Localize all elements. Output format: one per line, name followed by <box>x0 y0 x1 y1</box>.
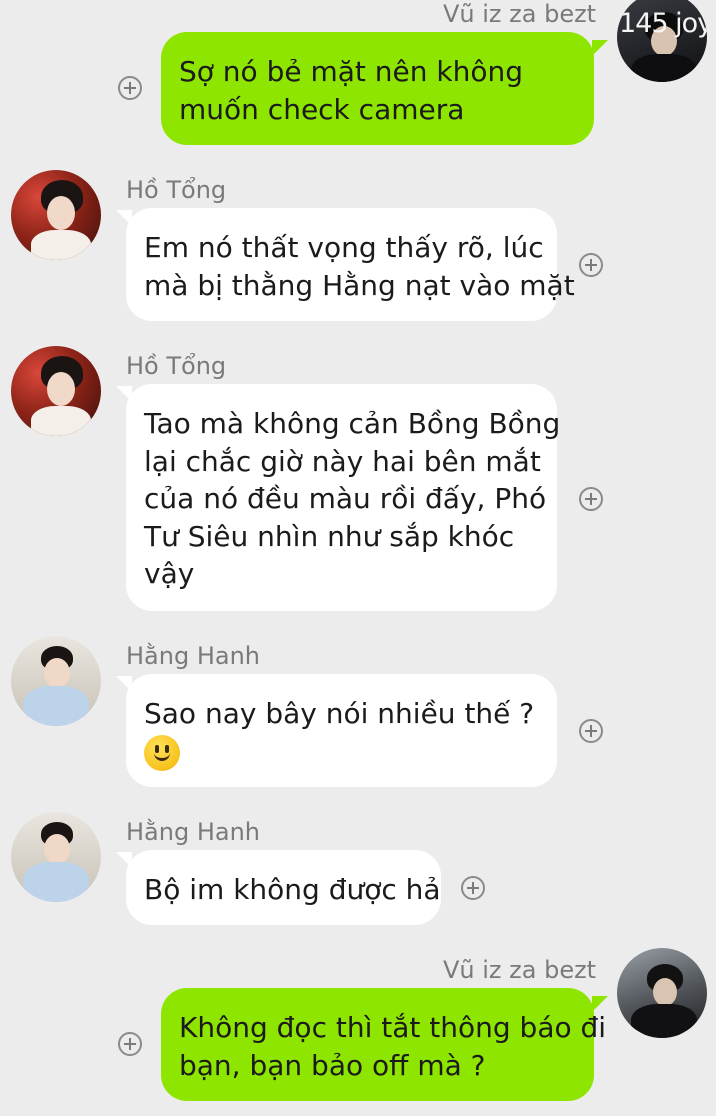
message-line: của nó đều màu rồi đấy, Phó <box>144 482 547 515</box>
sender-name: Hồ Tổng <box>126 352 227 380</box>
avatar[interactable] <box>617 948 707 1038</box>
add-reaction-icon[interactable] <box>579 719 603 743</box>
message-line: Tư Siêu nhìn như sắp khóc <box>144 519 515 553</box>
avatar[interactable] <box>11 812 101 902</box>
message-bubble[interactable]: Em nó thất vọng thấy rõ, lúc mà bị thằng… <box>126 208 575 321</box>
message-bubble[interactable]: Sợ nó bẻ mặt nên không muốn check camera <box>161 32 594 145</box>
sender-name: Hằng Hanh <box>126 818 261 846</box>
add-reaction-icon[interactable] <box>579 487 603 511</box>
message-bubble[interactable]: Bộ im không được hả <box>126 850 441 925</box>
message-line: Em nó thất vọng thấy rõ, lúc <box>144 231 544 264</box>
message-line: Tao mà không cản Bồng Bồng <box>144 407 561 440</box>
avatar[interactable] <box>11 170 101 260</box>
sender-name: Hồ Tổng <box>126 176 227 204</box>
message-line: Sợ nó bẻ mặt nên không <box>179 55 524 88</box>
add-reaction-icon[interactable] <box>461 876 485 900</box>
message-line: muốn check camera <box>179 92 465 126</box>
sender-name: Vũ iz za bezt <box>443 0 597 28</box>
add-reaction-icon[interactable] <box>118 76 142 100</box>
add-reaction-icon[interactable] <box>579 253 603 277</box>
avatar-caption: 145 joy <box>619 8 707 39</box>
message-line: Không đọc thì tắt thông báo đi <box>179 1011 607 1044</box>
message-line: Sao nay bây nói nhiều thế ? <box>144 697 535 730</box>
message-line: vậy <box>144 557 195 590</box>
add-reaction-icon[interactable] <box>118 1032 142 1056</box>
message-bubble[interactable]: Tao mà không cản Bồng Bồng lại chắc giờ … <box>126 384 561 611</box>
message-line: bạn, bạn bảo off mà ? <box>179 1048 486 1082</box>
bubble-tail <box>592 40 608 56</box>
message-line: lại chắc giờ này hai bên mắt <box>144 444 541 478</box>
message-line <box>144 733 539 771</box>
message-line: Bộ im không được hả <box>144 873 441 906</box>
slightly-smiling-face-icon <box>144 734 180 771</box>
bubble-tail <box>592 996 608 1012</box>
avatar[interactable]: 145 joy <box>617 0 707 82</box>
avatar[interactable] <box>11 636 101 726</box>
sender-name: Hằng Hanh <box>126 642 261 670</box>
sender-name: Vũ iz za bezt <box>443 956 597 984</box>
message-bubble[interactable]: Sao nay bây nói nhiều thế ? <box>126 674 557 787</box>
message-line: mà bị thằng Hằng nạt vào mặt <box>144 268 575 302</box>
message-bubble[interactable]: Không đọc thì tắt thông báo đi bạn, bạn … <box>161 988 607 1101</box>
avatar[interactable] <box>11 346 101 436</box>
